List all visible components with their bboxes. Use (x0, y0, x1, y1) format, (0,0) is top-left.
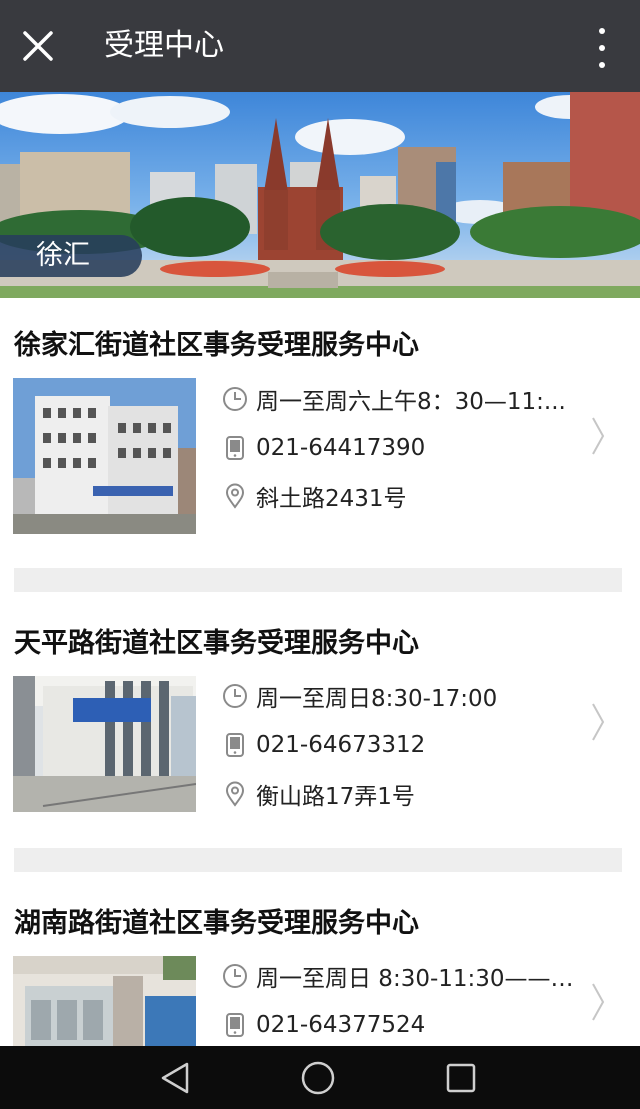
home-icon (301, 1061, 335, 1095)
divider (14, 568, 622, 592)
recents-icon (446, 1063, 476, 1093)
page-title: 受理中心 (104, 28, 224, 63)
phone-number: 021-64377524 (256, 1012, 426, 1038)
center-photo (13, 378, 196, 534)
divider (14, 848, 622, 872)
phone-row[interactable]: 021-64377524 (222, 1008, 425, 1042)
center-photo (13, 956, 196, 1046)
address-row[interactable]: 衡山路17弄1号 (222, 777, 415, 811)
address-row[interactable]: 斜土路2431号 (222, 479, 407, 513)
back-icon (161, 1062, 189, 1094)
address: 斜土路2431号 (256, 486, 407, 512)
title-bar: 受理中心 (0, 0, 640, 92)
center-photo (13, 676, 196, 832)
phone-icon (222, 1012, 248, 1038)
phone-icon (222, 732, 248, 758)
phone-row[interactable]: 021-64673312 (222, 728, 425, 762)
phone-number: 021-64673312 (256, 732, 426, 758)
system-nav-bar (0, 1046, 640, 1109)
phone-number: 021-64417390 (256, 435, 426, 461)
address: 衡山路17弄1号 (256, 784, 415, 810)
center-name: 徐家汇街道社区事务受理服务中心 (14, 330, 419, 361)
opening-hours: 周一至周六上午8：30—11:... (256, 389, 566, 415)
hours-row: 周一至周日8:30-17:00 (222, 679, 497, 713)
list-item[interactable]: 湖南路街道社区事务受理服务中心 周一至周日 8:30-11:30——1... 0 (0, 872, 640, 1046)
list-item[interactable]: 天平路街道社区事务受理服务中心 周一至周日8:30-17:00 021-6467… (0, 592, 640, 846)
clock-icon (222, 386, 248, 412)
chevron-right-icon[interactable] (590, 982, 606, 1022)
phone-icon (222, 435, 248, 461)
list-item[interactable]: 徐家汇街道社区事务受理服务中心 周一至周六上午8：30—11:... 021-6… (0, 298, 640, 568)
location-pin-icon (222, 781, 248, 807)
close-icon (23, 31, 53, 61)
opening-hours: 周一至周日 8:30-11:30——1... (256, 966, 576, 992)
opening-hours: 周一至周日8:30-17:00 (256, 686, 498, 712)
location-pin-icon (222, 483, 248, 509)
home-button[interactable] (298, 1058, 338, 1098)
hours-row: 周一至周六上午8：30—11:... (222, 382, 566, 416)
chevron-right-icon[interactable] (590, 416, 606, 456)
close-button[interactable] (18, 26, 58, 66)
center-name: 天平路街道社区事务受理服务中心 (14, 628, 419, 659)
back-button[interactable] (155, 1058, 195, 1098)
district-banner: 徐汇 (0, 92, 640, 298)
clock-icon (222, 963, 248, 989)
chevron-right-icon[interactable] (590, 702, 606, 742)
more-vertical-icon (599, 28, 605, 34)
center-list: 徐家汇街道社区事务受理服务中心 周一至周六上午8：30—11:... 021-6… (0, 298, 640, 1046)
hours-row: 周一至周日 8:30-11:30——1... (222, 959, 576, 993)
clock-icon (222, 683, 248, 709)
recents-button[interactable] (441, 1058, 481, 1098)
phone-row[interactable]: 021-64417390 (222, 431, 425, 465)
more-options-button[interactable] (592, 28, 612, 68)
center-name: 湖南路街道社区事务受理服务中心 (14, 908, 419, 939)
district-tag: 徐汇 (0, 235, 142, 277)
